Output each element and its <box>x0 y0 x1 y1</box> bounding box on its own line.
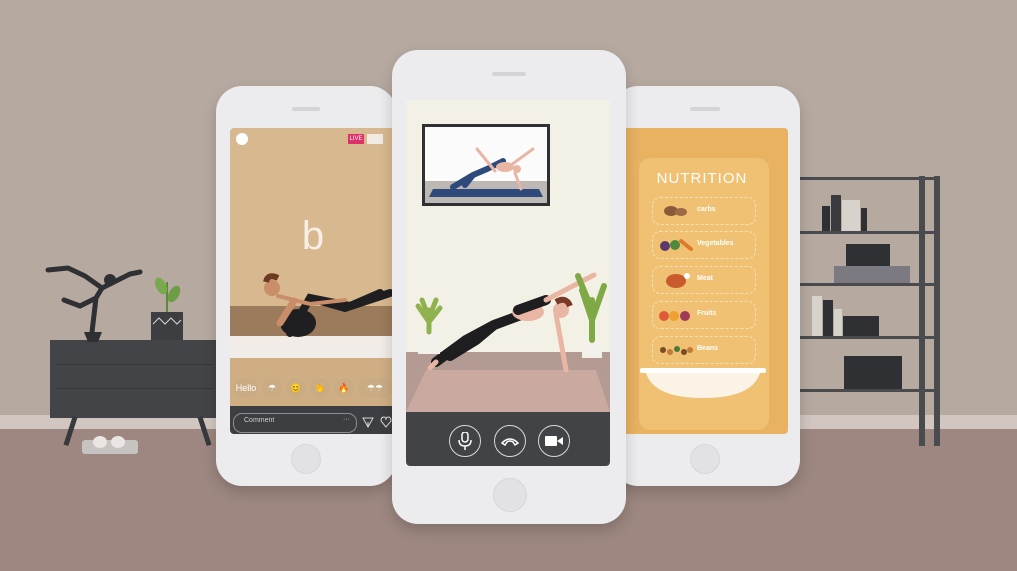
nutrition-label: Beans <box>697 345 719 352</box>
slippers <box>82 436 138 454</box>
video-call-screen <box>406 100 610 466</box>
viewer-count <box>367 134 383 144</box>
speaker-grille <box>690 107 720 111</box>
chip-clap[interactable]: 👏 <box>310 378 330 398</box>
nutrition-label: Meat <box>697 275 713 282</box>
hang-up-icon <box>501 438 519 447</box>
comment-input[interactable]: Comment ··· <box>233 413 357 433</box>
illustration-scene: LIVE b Hello ☂ 😊 👏 🔥 ☂☂ Comment ··· NUTR… <box>0 0 1017 571</box>
vegetables-icon <box>660 239 693 251</box>
bowl-icon <box>640 368 766 398</box>
heart-icon[interactable] <box>380 416 392 428</box>
nutrition-label: Vegetables <box>697 240 734 247</box>
video-camera-icon <box>545 436 563 446</box>
comment-placeholder: Comment <box>244 417 275 424</box>
fruits-icon <box>659 311 690 321</box>
home-button[interactable] <box>493 478 527 512</box>
chip-smile[interactable]: 😊 <box>286 378 306 398</box>
nutrition-item-carbs[interactable]: carbs <box>652 197 756 225</box>
potted-plant <box>151 277 183 340</box>
live-badge: LIVE <box>348 134 364 144</box>
send-icon[interactable] <box>362 416 374 428</box>
potato-icon <box>664 206 687 216</box>
brand-logo: b <box>301 214 325 258</box>
nutrition-label: Fruits <box>697 310 717 317</box>
microphone-button[interactable] <box>449 425 481 457</box>
microphone-icon <box>458 432 472 450</box>
hang-up-button[interactable] <box>494 425 526 457</box>
nutrition-item-vegetables[interactable]: Vegetables <box>652 231 756 259</box>
nutrition-item-beans[interactable]: Beans <box>652 336 756 364</box>
dancer-sculpture <box>45 265 143 342</box>
chip-umbrellas[interactable]: ☂☂ <box>358 378 392 398</box>
nutrition-item-fruits[interactable]: Fruits <box>652 301 756 329</box>
beans-icon <box>660 346 693 355</box>
chip-fire[interactable]: 🔥 <box>334 378 354 398</box>
profile-avatar[interactable] <box>236 133 248 145</box>
nutrition-title: NUTRITION <box>656 170 748 187</box>
speaker-grille <box>492 72 526 76</box>
chip-hello[interactable]: Hello <box>233 378 259 398</box>
self-view-video <box>425 127 547 203</box>
video-button[interactable] <box>538 425 570 457</box>
home-button[interactable] <box>690 444 720 474</box>
nutrition-item-meat[interactable]: Meat <box>652 266 756 294</box>
self-view-frame[interactable] <box>422 124 550 206</box>
nutrition-label: carbs <box>697 206 716 213</box>
turkey-icon <box>666 273 690 288</box>
more-icon[interactable]: ··· <box>343 416 350 423</box>
chip-umbrella[interactable]: ☂ <box>262 378 282 398</box>
home-button[interactable] <box>291 444 321 474</box>
speaker-grille <box>292 107 320 111</box>
